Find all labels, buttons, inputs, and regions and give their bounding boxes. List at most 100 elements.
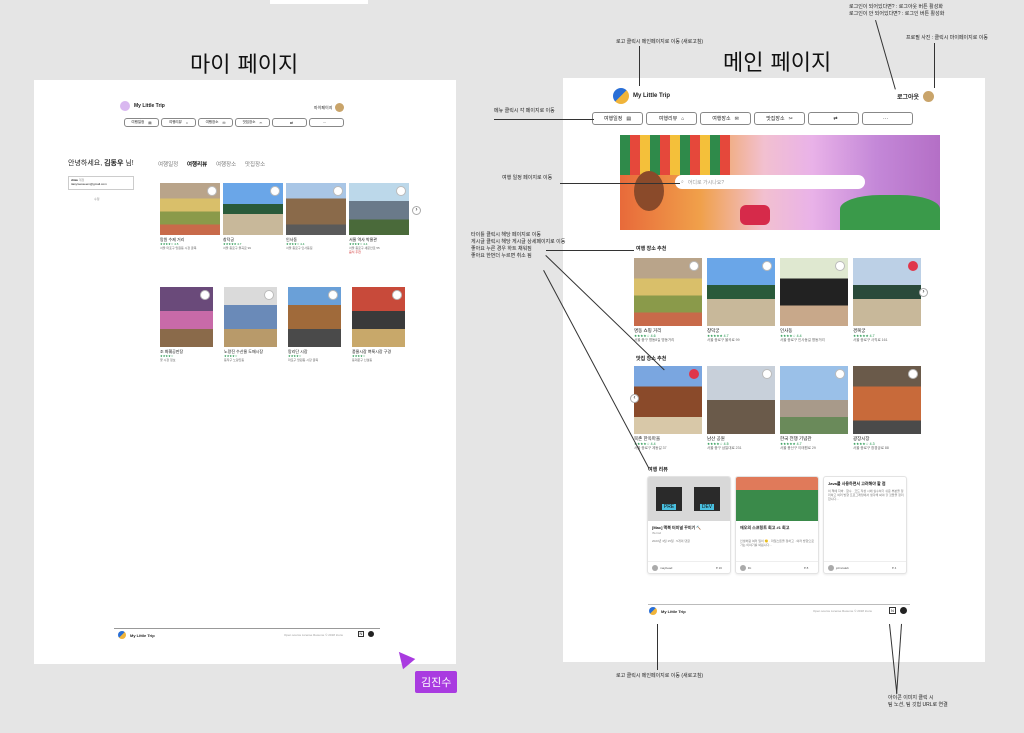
heart-icon[interactable] — [835, 261, 845, 271]
review-thumbnail[interactable] — [736, 477, 818, 521]
github-icon[interactable] — [900, 607, 907, 614]
profile-edit-link[interactable]: 수정 — [94, 197, 100, 201]
card-meta: 마포구 망원동 시장 골목 — [288, 358, 319, 362]
place-card[interactable]: 망리단 시장 ★★★★☆ 마포구 망원동 시장 골목 — [288, 287, 341, 377]
tab-2[interactable]: 여행장소 — [216, 160, 236, 168]
review-card[interactable]: PRE DEV [Mac] 맥북 터미널 꾸미기 🔨 iTerm2 2023년 3월 1… — [647, 476, 731, 574]
review-likes[interactable]: ♥ 4 — [892, 566, 896, 570]
profile-email: tiasy/sesseem@gmail.com — [71, 182, 107, 186]
review-thumbnail[interactable]: PRE DEV — [648, 477, 730, 521]
heart-icon[interactable] — [328, 290, 338, 300]
review-title[interactable]: Java를 사용하면서 고려해야 할 점 — [828, 481, 904, 486]
heart-icon[interactable] — [762, 261, 772, 271]
review-card[interactable]: 애오의 스프링트 회고 #1 회고 인생처럼 여러 일이 🙂 · 마일스톤을 정하… — [735, 476, 819, 574]
heart-icon[interactable] — [908, 369, 918, 379]
card-meta: 서울 중구 삼일대로 231 — [707, 446, 742, 450]
place-card[interactable]: 조 화훼공판장 ★★★★☆ 꽃 시장 정보 — [160, 287, 213, 377]
arrow-card-1 — [546, 250, 634, 251]
logo-text: My Little Trip — [633, 93, 671, 99]
food-prev-icon[interactable]: ‹ — [630, 394, 639, 403]
review-card[interactable]: Java를 사용하면서 고려해야 할 점이 책에 자바 · 함수 · 코드 작성… — [823, 476, 907, 574]
heart-icon[interactable] — [908, 261, 918, 271]
menu-button-3[interactable]: 맛집장소 ✂ — [754, 112, 805, 125]
tab-3[interactable]: 맛집장소 — [245, 160, 265, 168]
review-title[interactable]: 애오의 스프링트 회고 #1 회고 — [740, 525, 816, 530]
review-likes[interactable]: ♥ 8 — [804, 566, 808, 570]
place-card[interactable]: 북촌 한옥마을 ★★★★☆ 4.4 서울 종로구 계동길 37 — [634, 366, 702, 464]
heart-icon[interactable] — [200, 290, 210, 300]
menu-button-4[interactable]: ⇄ — [272, 118, 307, 127]
heart-icon[interactable] — [264, 290, 274, 300]
heart-icon[interactable] — [689, 261, 699, 271]
place-card[interactable]: 한국 전쟁 기념관 ★★★★★ 4.7 서울 용산구 이태원로 29 — [780, 366, 848, 464]
card-rating: ★★★★★ 4.7 — [853, 333, 875, 338]
card-extra: 음식 추천 — [349, 250, 361, 254]
tab-0[interactable]: 여행일정 — [158, 160, 178, 168]
my-page-logo[interactable]: My Little Trip — [120, 101, 165, 111]
note-menu: 메뉴 클릭시 각 페이지로 이동 — [494, 108, 555, 114]
menu-button-0[interactable]: 여행일정 ▤ — [592, 112, 643, 125]
place-card[interactable]: 창덕궁 ★★★★★ 4.7 서울 종로구 율곡로 99 — [223, 183, 283, 265]
heart-icon[interactable] — [333, 186, 343, 196]
heart-icon[interactable] — [207, 186, 217, 196]
heart-icon[interactable] — [270, 186, 280, 196]
logout-button[interactable]: 로그아웃 — [897, 91, 935, 102]
review-author[interactable]: maybead — [660, 566, 672, 570]
heart-icon[interactable] — [396, 186, 406, 196]
profile-box: dmw 계정 tiasy/sesseem@gmail.com — [68, 176, 134, 190]
note-profile: 프로필 사진 : 클릭시 마이페이지로 이동 — [906, 35, 988, 41]
menu-label: 여행장소 — [712, 116, 731, 122]
place-card[interactable]: 광장시장 ★★★★☆ 4.3 서울 종로구 창경궁로 88 — [853, 366, 921, 464]
heart-icon[interactable] — [689, 369, 699, 379]
place-card[interactable]: 서울 역사 박물관 ★★★★☆ 4.4 서울 종로구 새문안로 55 음식 추천 — [349, 183, 409, 265]
menu-button-4[interactable]: ⇄ — [808, 112, 859, 125]
places-next-icon[interactable]: › — [919, 288, 928, 297]
github-icon[interactable] — [368, 631, 374, 637]
place-card[interactable]: 경복궁 ★★★★★ 4.7 서울 종로구 사직로 161 — [853, 258, 921, 356]
place-card[interactable]: 창덕궁 ★★★★★ 4.7 서울 종로구 율곡로 99 — [707, 258, 775, 356]
menu-button-2[interactable]: 여행장소 ✉ — [700, 112, 751, 125]
profile-avatar[interactable] — [923, 91, 935, 102]
heart-icon[interactable] — [392, 290, 402, 300]
review-sub: iTerm2 — [652, 531, 662, 535]
card-rating: ★★★★★ 4.7 — [780, 441, 802, 446]
heart-icon[interactable] — [835, 369, 845, 379]
review-title[interactable]: [Mac] 맥북 터미널 꾸미기 🔨 — [652, 525, 728, 530]
place-card[interactable]: 인사동 ★★★★☆ 4.4 서울 종로구 인사동길 — [286, 183, 346, 265]
place-card[interactable]: 남산 공원 ★★★★☆ 4.5 서울 중구 삼일대로 231 — [707, 366, 775, 464]
place-card[interactable]: 풍물시장 벼룩시장 구경 ★★★★☆ 동대문구 신설동 — [352, 287, 405, 377]
hero-search[interactable]: ⌕ 어디로 가시나요? — [675, 175, 865, 189]
menu-label: 여행리뷰 — [658, 116, 678, 122]
place-card[interactable]: 망원 수제 거리 ★★★★☆ 4.5 서울 마포구 망원동 시장 골목 — [160, 183, 220, 265]
review-likes[interactable]: ♥ 16 — [716, 566, 722, 570]
tab-1[interactable]: 여행리뷰 — [187, 160, 207, 168]
main-page-footer-logo[interactable]: My Little Trip — [649, 607, 686, 615]
menu-button-1[interactable]: 여행리뷰 ⌂ — [161, 118, 196, 127]
notion-icon[interactable]: N — [358, 631, 364, 637]
menu-button-2[interactable]: 여행장소 ✉ — [198, 118, 233, 127]
menu-button-5[interactable]: ··· — [309, 118, 344, 127]
card-meta: 서울 마포구 망원동 시장 골목 — [160, 246, 197, 250]
my-page-footer-logo[interactable]: My Little Trip — [118, 631, 155, 639]
place-card[interactable]: 노량진 수산물 도매시장 ★★★★☆ 동작구 노량진동 — [224, 287, 277, 377]
card-meta: 서울 종로구 인사동길 — [286, 246, 313, 250]
mypage-link[interactable]: 마이페이지 — [314, 103, 345, 112]
main-page-footer-copy: Open source License Resume © 2018 Icons — [813, 609, 872, 613]
note-icons-1: 아이콘 이미지 클릭 시 — [888, 695, 934, 701]
heart-icon[interactable] — [762, 369, 772, 379]
notion-icon[interactable]: N — [889, 607, 896, 614]
terminal-icon: DEV — [694, 487, 720, 511]
menu-button-3[interactable]: 맛집장소 ✂ — [235, 118, 270, 127]
carousel-next-icon[interactable]: › — [412, 206, 421, 215]
menu-icon: ⇄ — [290, 120, 293, 125]
menu-button-1[interactable]: 여행리뷰 ⌂ — [646, 112, 697, 125]
cursor-user-label: 김진수 — [415, 671, 458, 693]
place-card[interactable]: 명동 쇼핑 거리 ★★★★☆ 4.6 서울 중구 명동8길 명동거리 — [634, 258, 702, 356]
review-author[interactable]: lbt — [748, 566, 751, 570]
review-author[interactable]: johncaleb — [836, 566, 849, 570]
menu-button-5[interactable]: ··· — [862, 112, 913, 125]
main-page-logo[interactable]: My Little Trip — [613, 88, 670, 104]
profile-avatar[interactable] — [335, 103, 345, 112]
menu-button-0[interactable]: 여행일정 ▤ — [124, 118, 159, 127]
place-card[interactable]: 인사동 ★★★★☆ 4.4 서울 종로구 인사동길 명동거리 — [780, 258, 848, 356]
